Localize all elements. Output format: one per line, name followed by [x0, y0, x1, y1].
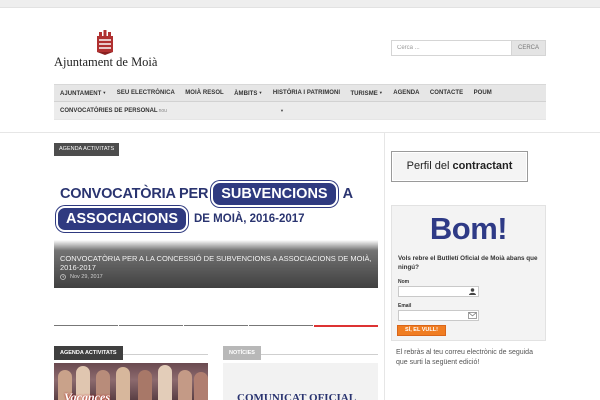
- nav-row-primary: Ajuntament▼ Seu electrònica Moià resol Àmbi…: [54, 85, 546, 102]
- caret-down-icon: ▼: [378, 89, 383, 95]
- nav-item[interactable]: Moià resol: [180, 90, 229, 96]
- nav-item-label: Seu electrònica: [116, 90, 175, 96]
- thumbnail-text: Vacances: [64, 390, 110, 400]
- nav-item[interactable]: Ajuntament▼: [54, 90, 112, 97]
- name-field[interactable]: [398, 286, 479, 297]
- slider-image-pill: ASSOCIACIONS: [56, 206, 188, 232]
- header-divider: [0, 132, 600, 133]
- thumbnail-text: COMUNICAT OFICIAL: [237, 392, 357, 400]
- thumbnail-figure: [116, 367, 130, 400]
- section-header-agenda: Agenda activitats: [54, 341, 208, 360]
- slider-tab[interactable]: [54, 325, 118, 326]
- nav-item-label: Ajuntament: [60, 90, 102, 97]
- name-label: Nom: [398, 279, 410, 285]
- clock-icon: [60, 274, 66, 280]
- slider-image-pill: SUBVENCIONS: [211, 181, 338, 207]
- nav-dropdown-label: Convocatòries de personal: [60, 107, 158, 114]
- newsletter-headline: Bom!: [429, 211, 508, 246]
- nav-item-label: POUM: [473, 90, 492, 96]
- main-nav: Ajuntament▼ Seu electrònica Moià resol Àmbi…: [54, 84, 546, 120]
- slider-tabs: [54, 325, 378, 327]
- nav-item[interactable]: Contacte: [425, 90, 469, 96]
- slider-date: Nov 29, 2017: [60, 274, 103, 280]
- newsletter-footer: El rebràs al teu correu electrònic de se…: [396, 349, 533, 366]
- nav-item-label: Història i patrimoni: [272, 90, 341, 96]
- slider-caption[interactable]: Convocatòria per a la concessió de subve…: [60, 254, 374, 272]
- envelope-icon: [468, 312, 477, 319]
- nav-item[interactable]: Agenda: [388, 90, 425, 96]
- nav-dropdown-convocatories[interactable]: Convocatòries de personal nou ▼: [54, 108, 284, 114]
- nav-row-secondary: Convocatòries de personal nou ▼: [54, 102, 546, 119]
- search-input[interactable]: [391, 40, 512, 56]
- nav-item-label: Contacte: [429, 90, 464, 96]
- email-label: Email: [398, 303, 412, 309]
- slider-image-text: CONVOCATÒRIA PER: [60, 186, 209, 202]
- subscribe-button[interactable]: Sí, el vull!: [397, 325, 446, 336]
- slider-date-text: Nov 29, 2017: [70, 274, 103, 280]
- section-label[interactable]: Agenda activitats: [54, 346, 123, 360]
- slider-category-tag[interactable]: Agenda activitats: [54, 143, 120, 156]
- email-field[interactable]: [398, 310, 479, 321]
- slider-tab[interactable]: [314, 325, 378, 327]
- newsletter-box: Bom! Vols rebre el Butlletí Oficial de M…: [391, 205, 546, 341]
- section-header-noticies: Notícies: [223, 341, 378, 360]
- slider-tab[interactable]: [119, 325, 183, 326]
- nav-item-label: Turisme: [350, 90, 378, 97]
- noticies-thumbnail[interactable]: COMUNICAT OFICIAL: [223, 363, 378, 400]
- slider-tab[interactable]: [249, 325, 313, 326]
- nav-item-label: Moià resol: [185, 90, 224, 96]
- column-divider: [384, 133, 385, 400]
- perfil-label: Perfil del: [406, 160, 450, 172]
- nav-dropdown-suffix: nou: [158, 107, 167, 114]
- featured-slider[interactable]: Agenda activitats CONVOCATÒRIA PER SUBVE…: [54, 140, 378, 288]
- site-name: Ajuntament de Moià: [54, 55, 158, 69]
- nav-item-label: Àmbits: [234, 90, 258, 97]
- perfil-contractant-banner[interactable]: Perfil del contractant: [391, 151, 528, 182]
- slider-image-line-1: CONVOCATÒRIA PER SUBVENCIONS A: [60, 181, 354, 207]
- thumbnail-figure: [194, 372, 208, 400]
- coat-of-arms-icon: [97, 30, 113, 55]
- nav-item-label: Agenda: [393, 90, 420, 96]
- top-bar: [0, 0, 600, 8]
- search-button[interactable]: CERCA: [512, 40, 546, 56]
- nav-item[interactable]: Història i patrimoni: [268, 90, 346, 96]
- caret-down-icon: ▼: [258, 89, 263, 95]
- perfil-label-bold: contractant: [452, 160, 513, 172]
- nav-item[interactable]: Àmbits▼: [229, 90, 268, 97]
- caret-down-icon: ▼: [102, 89, 107, 95]
- section-label[interactable]: Notícies: [223, 346, 261, 360]
- slider-image-line-2: ASSOCIACIONS DE MOIÀ, 2016-2017: [56, 206, 305, 232]
- slider-tab[interactable]: [184, 325, 248, 326]
- nav-item[interactable]: POUM: [468, 90, 497, 96]
- site-logo[interactable]: Ajuntament de Moià: [54, 30, 164, 70]
- thumbnail-figure: [158, 365, 172, 400]
- chevron-down-icon: ▼: [280, 108, 284, 113]
- slider-image-text: DE MOIÀ, 2016-2017: [194, 213, 305, 225]
- thumbnail-figure: [178, 370, 192, 400]
- newsletter-text: Vols rebre el Butlletí Oficial de Moià a…: [398, 255, 538, 271]
- user-icon: [469, 288, 476, 295]
- thumbnail-figure: [138, 370, 152, 400]
- nav-item[interactable]: Seu electrònica: [112, 90, 180, 96]
- slider-image-text: A: [342, 186, 354, 202]
- nav-item[interactable]: Turisme▼: [345, 90, 388, 97]
- agenda-thumbnail[interactable]: Vacances: [54, 363, 208, 400]
